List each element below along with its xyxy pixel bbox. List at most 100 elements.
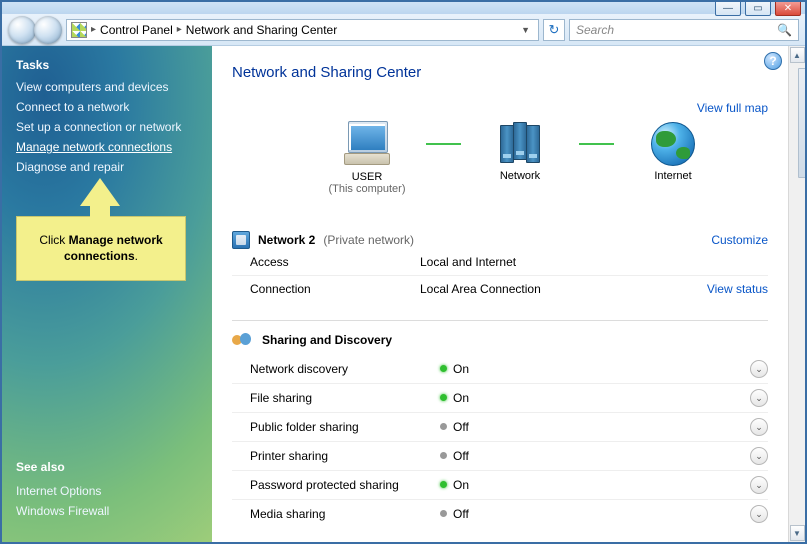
sharing-row: Public folder sharingOff⌄ — [232, 412, 768, 441]
breadcrumb-sep: ▸ — [91, 24, 96, 35]
globe-icon — [651, 122, 695, 166]
sharing-row-value: Off — [440, 449, 750, 463]
see-also-windows-firewall[interactable]: Windows Firewall — [16, 504, 109, 518]
address-dropdown-icon[interactable]: ▼ — [517, 25, 534, 35]
map-connection-line — [579, 143, 614, 145]
network-name: Network 2 — [258, 233, 315, 247]
annotation-arrow-icon — [80, 178, 120, 206]
vertical-scrollbar[interactable]: ▲ ▼ — [788, 46, 805, 542]
sharing-row: Network discoveryOn⌄ — [232, 355, 768, 383]
map-internet-label: Internet — [618, 170, 728, 182]
task-view-computers[interactable]: View computers and devices — [16, 80, 198, 94]
map-user-label: USER — [312, 171, 422, 183]
sharing-row-value: Off — [440, 420, 750, 434]
network-map: USER (This computer) Network I — [232, 121, 768, 195]
map-user-sublabel: (This computer) — [312, 183, 422, 195]
access-label: Access — [250, 255, 420, 269]
status-off-icon — [440, 423, 447, 430]
customize-link[interactable]: Customize — [711, 233, 768, 247]
sharing-row-label: Public folder sharing — [250, 420, 440, 434]
annotation-arrow-stem — [90, 204, 110, 224]
window-buttons: — ▭ ✕ — [715, 0, 801, 16]
address-bar[interactable]: ▸ Control Panel ▸ Network and Sharing Ce… — [66, 19, 539, 41]
close-button[interactable]: ✕ — [775, 0, 801, 16]
sharing-row-label: Media sharing — [250, 507, 440, 521]
control-panel-icon — [71, 22, 87, 38]
status-on-icon — [440, 365, 447, 372]
search-placeholder: Search — [576, 23, 614, 37]
sharing-row: Password protected sharingOn⌄ — [232, 470, 768, 499]
see-also-internet-options[interactable]: Internet Options — [16, 484, 109, 498]
status-on-icon — [440, 481, 447, 488]
task-list: View computers and devices Connect to a … — [16, 80, 198, 174]
network-icon — [498, 122, 542, 166]
sharing-row-label: Network discovery — [250, 362, 440, 376]
sharing-row: File sharingOn⌄ — [232, 383, 768, 412]
task-manage-connections[interactable]: Manage network connections — [16, 140, 198, 154]
sharing-rows: Network discoveryOn⌄File sharingOn⌄Publi… — [232, 355, 768, 528]
row-connection: Connection Local Area Connection View st… — [232, 275, 768, 302]
window-frame: — ▭ ✕ ▸ Control Panel ▸ Network and Shar… — [0, 0, 807, 544]
task-diagnose-repair[interactable]: Diagnose and repair — [16, 160, 198, 174]
network-badge-icon — [232, 231, 250, 249]
view-full-map-link[interactable]: View full map — [697, 101, 768, 115]
row-access: Access Local and Internet — [232, 249, 768, 275]
expand-button[interactable]: ⌄ — [750, 360, 768, 378]
sharing-header-label: Sharing and Discovery — [262, 333, 392, 347]
map-network-label: Network — [465, 170, 575, 182]
search-icon: 🔍 — [777, 23, 792, 37]
sharing-row-value: On — [440, 478, 750, 492]
callout-bold: Manage network connections — [64, 233, 163, 263]
network-type: (Private network) — [323, 233, 414, 247]
annotation-callout: Click Manage network connections. — [16, 216, 186, 281]
status-off-icon — [440, 452, 447, 459]
sharing-row-value: On — [440, 362, 750, 376]
view-status-link[interactable]: View status — [707, 282, 768, 296]
breadcrumb-sep: ▸ — [177, 24, 182, 35]
see-also-header: See also — [16, 460, 109, 474]
sharing-header: Sharing and Discovery — [232, 331, 768, 349]
content-wrap: ? Network and Sharing Center View full m… — [212, 46, 805, 542]
expand-button[interactable]: ⌄ — [750, 505, 768, 523]
search-input[interactable]: Search 🔍 — [569, 19, 799, 41]
maximize-button[interactable]: ▭ — [745, 0, 771, 16]
expand-button[interactable]: ⌄ — [750, 447, 768, 465]
title-bar: — ▭ ✕ — [2, 2, 805, 14]
back-button[interactable] — [8, 16, 36, 44]
scroll-up-button[interactable]: ▲ — [790, 47, 805, 63]
map-network[interactable]: Network — [465, 122, 575, 194]
breadcrumb-control-panel[interactable]: Control Panel — [100, 23, 173, 37]
breadcrumb-network-sharing[interactable]: Network and Sharing Center — [186, 23, 337, 37]
map-user[interactable]: USER (This computer) — [312, 121, 422, 195]
connection-label: Connection — [250, 282, 420, 296]
access-value: Local and Internet — [420, 255, 768, 269]
help-button[interactable]: ? — [764, 52, 782, 70]
map-internet[interactable]: Internet — [618, 122, 728, 194]
sharing-row: Printer sharingOff⌄ — [232, 441, 768, 470]
people-icon — [232, 331, 254, 349]
scroll-thumb[interactable] — [798, 68, 807, 178]
page-title: Network and Sharing Center — [232, 64, 768, 81]
see-also-section: See also Internet Options Windows Firewa… — [16, 460, 109, 524]
sharing-row: Media sharingOff⌄ — [232, 499, 768, 528]
tasks-header: Tasks — [16, 58, 198, 72]
expand-button[interactable]: ⌄ — [750, 418, 768, 436]
network-section: Network 2 (Private network) Customize Ac… — [232, 221, 768, 302]
task-sidebar: Tasks View computers and devices Connect… — [2, 46, 212, 542]
sharing-row-value: Off — [440, 507, 750, 521]
scroll-down-button[interactable]: ▼ — [790, 525, 805, 541]
sharing-section: Sharing and Discovery Network discoveryO… — [232, 320, 768, 528]
task-connect-network[interactable]: Connect to a network — [16, 100, 198, 114]
forward-button[interactable] — [34, 16, 62, 44]
computer-icon — [342, 121, 392, 167]
sharing-row-value: On — [440, 391, 750, 405]
task-setup-connection[interactable]: Set up a connection or network — [16, 120, 198, 134]
connection-value: Local Area Connection — [420, 282, 707, 296]
expand-button[interactable]: ⌄ — [750, 389, 768, 407]
content-pane: ? Network and Sharing Center View full m… — [212, 46, 788, 542]
expand-button[interactable]: ⌄ — [750, 476, 768, 494]
refresh-button[interactable]: ↻ — [543, 19, 565, 41]
minimize-button[interactable]: — — [715, 0, 741, 16]
callout-pre: Click — [39, 233, 68, 247]
sharing-row-label: Password protected sharing — [250, 478, 440, 492]
